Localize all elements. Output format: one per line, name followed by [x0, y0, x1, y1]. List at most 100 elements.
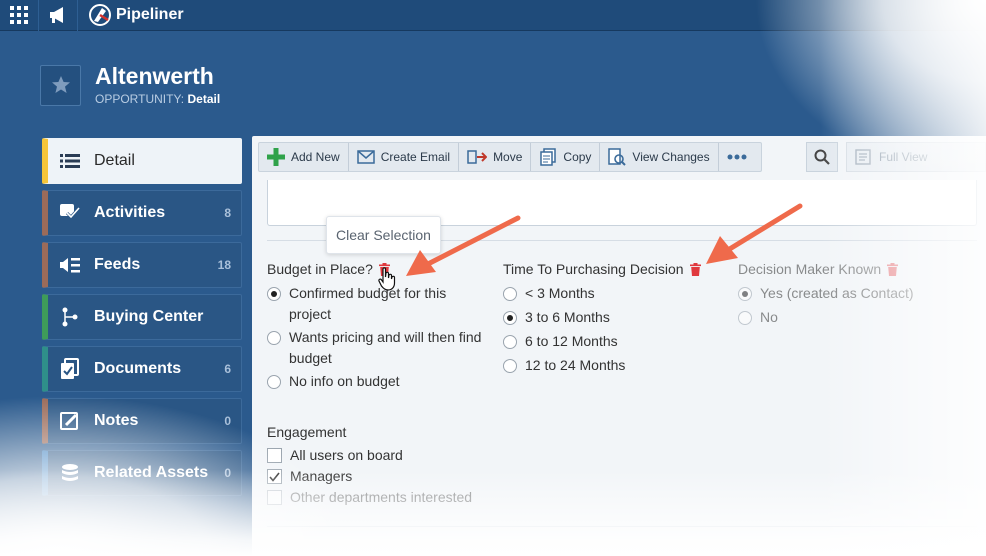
radio-button[interactable] — [267, 375, 281, 389]
brand-name: Pipeliner — [116, 6, 184, 23]
engagement-field: Engagement All users on board Managers O… — [267, 423, 527, 508]
brand-logo[interactable]: Pipeliner — [88, 4, 184, 26]
create-email-button[interactable]: Create Email — [349, 143, 460, 171]
sidebar-item-label: Buying Center — [94, 308, 204, 325]
sidebar-item-feeds[interactable]: Feeds 18 — [42, 242, 242, 288]
time-option-label: 6 to 12 Months — [525, 333, 618, 349]
engagement-option[interactable]: Other departments interested — [267, 487, 527, 508]
sidebar: Detail Activities 8 Feeds 18 Buying Cent… — [42, 138, 242, 502]
sidebar-item-documents[interactable]: Documents 6 — [42, 346, 242, 392]
radio-button[interactable] — [738, 311, 752, 325]
create-email-label: Create Email — [380, 150, 451, 164]
decision-option-label: Yes (created as Contact) — [760, 285, 914, 301]
announcements-button[interactable] — [39, 0, 78, 31]
radio-button[interactable] — [503, 287, 517, 301]
radio-button[interactable] — [267, 287, 281, 301]
top-bar: Pipeliner — [0, 0, 986, 31]
decision-label: Decision Maker Known — [738, 261, 882, 277]
sidebar-item-buying-center[interactable]: Buying Center — [42, 294, 242, 340]
view-changes-button[interactable]: View Changes — [600, 143, 719, 171]
record-type: OPPORTUNITY: — [95, 92, 185, 106]
budget-label: Budget in Place? — [267, 261, 373, 277]
sidebar-item-count: 0 — [224, 466, 231, 480]
record-subtitle: OPPORTUNITY: Detail — [95, 92, 220, 106]
list-icon — [58, 149, 82, 173]
record-view: Detail — [187, 92, 221, 106]
plus-icon — [267, 148, 285, 166]
radio-button[interactable] — [738, 287, 752, 301]
page-title: Altenwerth — [95, 63, 214, 89]
apps-grid-button[interactable] — [0, 0, 39, 31]
trash-icon[interactable] — [378, 262, 390, 276]
sidebar-item-activities[interactable]: Activities 8 — [42, 190, 242, 236]
tooltip-text: Clear Selection — [336, 227, 431, 243]
time-option[interactable]: 12 to 24 Months — [503, 355, 728, 376]
time-option[interactable]: 3 to 6 Months — [503, 307, 728, 328]
toolbar: Add New Create Email Move Copy View Chan… — [258, 142, 762, 172]
sidebar-item-label: Notes — [94, 412, 139, 429]
radio-button[interactable] — [503, 359, 517, 373]
copy-icon — [540, 148, 557, 166]
section-divider — [267, 526, 977, 527]
copy-label: Copy — [563, 150, 592, 164]
add-new-button[interactable]: Add New — [259, 143, 349, 171]
sidebar-item-count: 8 — [224, 206, 231, 220]
radio-button[interactable] — [503, 311, 517, 325]
checkmark-icon — [269, 472, 280, 482]
budget-option[interactable]: No info on budget — [267, 371, 492, 392]
sidebar-item-notes[interactable]: Notes 0 — [42, 398, 242, 444]
megaphone-icon — [50, 7, 63, 23]
engagement-option[interactable]: All users on board — [267, 445, 527, 466]
checkbox[interactable] — [267, 469, 282, 484]
search-button[interactable] — [806, 142, 838, 172]
sidebar-item-detail[interactable]: Detail — [42, 138, 242, 184]
decision-field: Decision Maker Known Yes (created as Con… — [738, 260, 968, 328]
decision-option[interactable]: No — [738, 307, 968, 328]
copy-button[interactable]: Copy — [531, 143, 601, 171]
budget-option[interactable]: Confirmed budget for this project — [267, 283, 492, 325]
sidebar-item-label: Documents — [94, 360, 182, 377]
grid-icon — [10, 6, 28, 24]
trash-icon[interactable] — [689, 262, 701, 276]
sidebar-item-count: 18 — [217, 258, 231, 272]
view-changes-icon — [608, 148, 627, 166]
checkbox[interactable] — [267, 448, 282, 463]
search-icon — [814, 149, 830, 165]
full-view-select[interactable]: Full View — [846, 142, 986, 172]
more-button[interactable] — [719, 143, 761, 171]
move-button[interactable]: Move — [459, 143, 532, 171]
time-option[interactable]: 6 to 12 Months — [503, 331, 728, 352]
radio-button[interactable] — [267, 331, 281, 345]
pipeliner-logo-icon — [89, 4, 111, 26]
sidebar-item-label: Activities — [94, 204, 166, 221]
engagement-label: Engagement — [267, 424, 347, 440]
budget-option-label: No info on budget — [289, 373, 400, 389]
envelope-icon — [356, 150, 375, 164]
checkbox[interactable] — [267, 490, 282, 505]
radio-button[interactable] — [503, 335, 517, 349]
engagement-option[interactable]: Managers — [267, 466, 527, 487]
budget-option[interactable]: Wants pricing and will then find budget — [267, 327, 492, 369]
database-icon — [58, 461, 82, 485]
time-option[interactable]: < 3 Months — [503, 283, 728, 304]
budget-option-label: Confirmed budget for this project — [289, 285, 447, 322]
activities-icon — [58, 201, 82, 225]
record-header: Altenwerth OPPORTUNITY: Detail — [40, 64, 220, 106]
sidebar-item-count: 0 — [224, 414, 231, 428]
org-chart-icon — [58, 305, 82, 329]
favorite-button[interactable] — [40, 64, 81, 106]
engagement-option-label: Managers — [290, 468, 353, 484]
engagement-option-label: Other departments interested — [290, 489, 473, 505]
star-icon — [51, 76, 70, 93]
view-changes-label: View Changes — [632, 150, 710, 164]
sidebar-item-related-assets[interactable]: Related Assets 0 — [42, 450, 242, 496]
decision-option-label: No — [760, 309, 778, 325]
decision-option[interactable]: Yes (created as Contact) — [738, 283, 968, 304]
more-dots-icon — [727, 154, 747, 160]
trash-icon[interactable] — [887, 262, 899, 276]
document-icon — [58, 357, 82, 381]
sidebar-item-label: Detail — [94, 152, 135, 169]
engagement-option-label: All users on board — [290, 447, 403, 463]
sidebar-item-label: Feeds — [94, 256, 141, 273]
time-option-label: 12 to 24 Months — [525, 357, 626, 373]
